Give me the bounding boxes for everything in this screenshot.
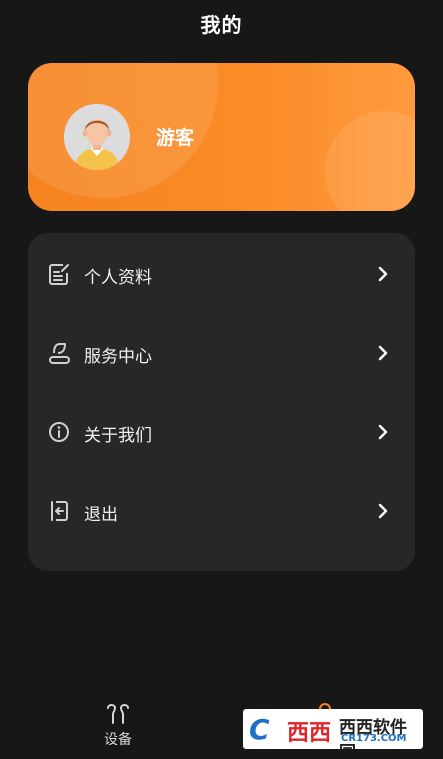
menu-item-logout[interactable]: 退出 xyxy=(28,481,415,541)
menu-item-label: 退出 xyxy=(84,505,118,525)
menu-item-label: 个人资料 xyxy=(84,268,152,288)
chevron-right-icon xyxy=(378,424,388,440)
tab-label: 设备 xyxy=(104,732,132,748)
chevron-right-icon xyxy=(378,503,388,519)
chevron-right-icon xyxy=(378,266,388,282)
profile-card[interactable]: 游客 xyxy=(28,63,415,211)
menu-item-about-us[interactable]: 关于我们 xyxy=(28,402,415,462)
decorative-circle xyxy=(325,111,415,211)
watermark: C 西西 西西软件园 CR173.COM xyxy=(243,709,423,749)
watermark-logo-icon: 西西 xyxy=(287,721,332,746)
watermark-url: CR173.COM xyxy=(341,733,407,744)
chevron-right-icon xyxy=(378,345,388,361)
menu-item-label: 关于我们 xyxy=(84,426,152,446)
page-title: 我的 xyxy=(200,13,243,37)
profile-document-icon xyxy=(49,264,69,285)
info-icon xyxy=(49,422,69,442)
watermark-logo-icon: C xyxy=(249,713,270,746)
earbuds-icon xyxy=(107,704,129,724)
menu-item-service-center[interactable]: 服务中心 xyxy=(28,323,415,383)
menu-item-profile[interactable]: 个人资料 xyxy=(28,244,415,304)
service-center-icon xyxy=(49,343,70,364)
logout-icon xyxy=(51,501,68,521)
menu-card: 个人资料 服务中心 关于我们 退出 xyxy=(28,233,415,571)
avatar-person-icon xyxy=(64,104,130,170)
avatar[interactable] xyxy=(64,104,130,170)
username: 游客 xyxy=(156,127,195,149)
tab-device[interactable]: 设备 xyxy=(58,701,178,749)
menu-item-label: 服务中心 xyxy=(84,347,152,367)
